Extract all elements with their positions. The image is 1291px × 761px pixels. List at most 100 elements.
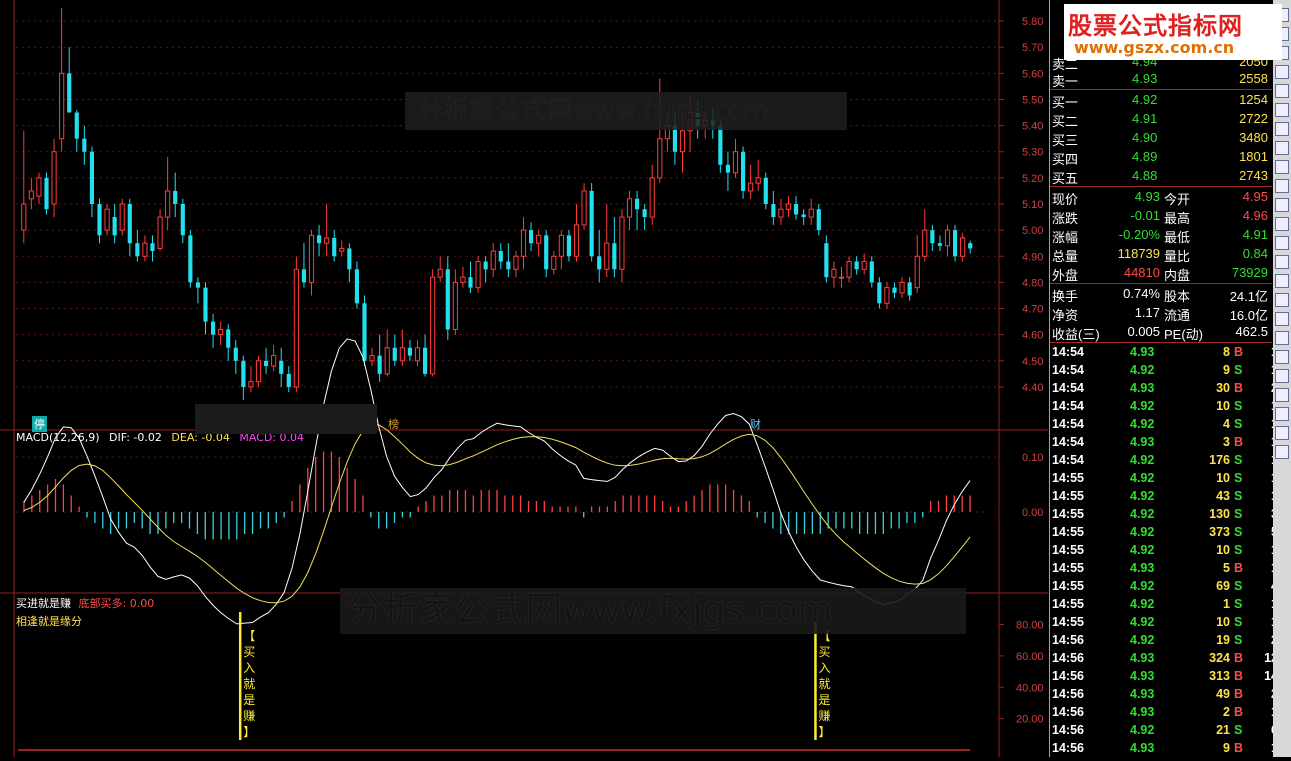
candle-body bbox=[808, 208, 814, 218]
tick-row[interactable]: 14:544.929S1 bbox=[1050, 362, 1278, 380]
tick-price: 4.93 bbox=[1130, 687, 1155, 701]
toolbar-icon[interactable] bbox=[1275, 198, 1289, 212]
tick-time: 14:56 bbox=[1052, 633, 1084, 647]
toolbar-icon[interactable] bbox=[1275, 312, 1289, 326]
toolbar-icon[interactable] bbox=[1275, 445, 1289, 459]
quote-label: 今开 bbox=[1164, 192, 1191, 207]
kline-chart-area[interactable]: 5.80 5.70 5.60 5.50 5.40 5.30 5.20 5.10 5.00 4.90… bbox=[0, 0, 1048, 757]
tick-price: 4.93 bbox=[1130, 651, 1155, 665]
marker-stop[interactable]: 停 bbox=[32, 416, 47, 432]
candle-body bbox=[551, 255, 557, 270]
candle-body bbox=[778, 208, 784, 218]
tick-row[interactable]: 14:564.932B1 bbox=[1050, 704, 1278, 722]
toolbar-icon[interactable] bbox=[1275, 122, 1289, 136]
toolbar-icon[interactable] bbox=[1275, 141, 1289, 155]
stat-value: 1.17 bbox=[1134, 305, 1160, 320]
candle-body bbox=[195, 282, 201, 288]
tick-row[interactable]: 14:56 4.93 313 B 14 bbox=[1050, 668, 1278, 686]
tick-time: 14:55 bbox=[1052, 507, 1084, 521]
tick-time: 14:54 bbox=[1052, 381, 1084, 395]
panel-divider bbox=[1050, 342, 1272, 343]
buy-volume: 1801 bbox=[1239, 149, 1268, 164]
tick-price: 4.93 bbox=[1130, 741, 1155, 755]
toolbar-icon[interactable] bbox=[1275, 84, 1289, 98]
toolbar-icon[interactable] bbox=[1275, 274, 1289, 288]
tick-row[interactable]: 14:564.9219S2 bbox=[1050, 632, 1278, 650]
price-label: 5.10 bbox=[1022, 199, 1043, 211]
toolbar-icon[interactable] bbox=[1275, 331, 1289, 345]
tick-side: S bbox=[1234, 399, 1243, 413]
tick-side: B bbox=[1234, 381, 1244, 395]
stat-value: 16.0亿 bbox=[1229, 308, 1268, 323]
quote-label: 内盘 bbox=[1164, 268, 1191, 283]
tick-side: S bbox=[1234, 471, 1243, 485]
tick-row[interactable]: 14:554.92130S3 bbox=[1050, 506, 1278, 524]
toolbar-icon[interactable] bbox=[1275, 217, 1289, 231]
candle-body bbox=[135, 243, 140, 257]
candle-body bbox=[445, 269, 450, 330]
tick-row[interactable]: 14:544.9210S1 bbox=[1050, 398, 1278, 416]
tick-row[interactable]: 14:544.924S1 bbox=[1050, 416, 1278, 434]
toolbar-icon[interactable] bbox=[1275, 236, 1289, 250]
candle-body bbox=[612, 243, 617, 270]
stat-label: 收益(三) bbox=[1052, 327, 1100, 342]
signal-axis-label: 40.00 bbox=[1016, 682, 1044, 694]
tick-row[interactable]: 14:564.9349B2 bbox=[1050, 686, 1278, 704]
signal-subtitle: 相逢就是缘分 bbox=[16, 615, 82, 628]
toolbar-icon[interactable] bbox=[1275, 350, 1289, 364]
candle-body bbox=[861, 260, 867, 270]
tick-row[interactable]: 14:554.9210S1 bbox=[1050, 470, 1278, 488]
marker-list[interactable]: 榜 bbox=[388, 416, 399, 432]
candle-body bbox=[407, 347, 413, 356]
toolbar-icon[interactable] bbox=[1275, 103, 1289, 117]
toolbar-icon[interactable] bbox=[1275, 160, 1289, 174]
candle-body bbox=[286, 373, 291, 387]
candle-body bbox=[226, 329, 231, 348]
tick-row[interactable]: 14:554.9269S4 bbox=[1050, 578, 1278, 596]
candle-body bbox=[649, 177, 655, 218]
tick-row[interactable]: 14:554.9210S1 bbox=[1050, 614, 1278, 632]
toolbar-icon[interactable] bbox=[1275, 388, 1289, 402]
toolbar-icon[interactable] bbox=[1275, 426, 1289, 440]
signal-text: 【 bbox=[243, 629, 255, 643]
tick-row[interactable]: 14:544.9330B2 bbox=[1050, 380, 1278, 398]
marker-finance[interactable]: 财 bbox=[750, 416, 761, 432]
candle-body bbox=[922, 229, 928, 257]
tick-volume: 10 bbox=[1216, 471, 1230, 485]
tick-row[interactable]: 14:554.921S1 bbox=[1050, 596, 1278, 614]
toolbar-icon[interactable] bbox=[1275, 65, 1289, 79]
tick-side: S bbox=[1234, 543, 1243, 557]
toolbar-icon[interactable] bbox=[1275, 255, 1289, 269]
tick-time: 14:55 bbox=[1052, 597, 1084, 611]
tick-row[interactable]: 14:554.9243S1 bbox=[1050, 488, 1278, 506]
tick-time: 14:55 bbox=[1052, 471, 1084, 485]
candle-body bbox=[634, 198, 640, 210]
toolbar-icon[interactable] bbox=[1275, 407, 1289, 421]
buy-row: 买五 4.88 2743 bbox=[1050, 167, 1272, 186]
panel-divider bbox=[1050, 89, 1272, 90]
candle-body bbox=[544, 235, 549, 270]
candle-body bbox=[362, 303, 367, 361]
tick-row[interactable]: 14:564.939B1 bbox=[1050, 740, 1278, 758]
tick-price: 4.92 bbox=[1130, 723, 1155, 737]
toolbar-icon[interactable] bbox=[1275, 293, 1289, 307]
toolbar-icon[interactable] bbox=[1275, 179, 1289, 193]
tick-row[interactable]: 14:56 4.93 324 B 12 bbox=[1050, 650, 1278, 668]
tick-side: S bbox=[1234, 723, 1243, 737]
buy-price: 4.90 bbox=[1132, 130, 1158, 145]
tick-row[interactable]: 14:544.92176S1 bbox=[1050, 452, 1278, 470]
toolbar-icon[interactable] bbox=[1275, 369, 1289, 383]
tick-price: 4.92 bbox=[1130, 579, 1155, 593]
tick-volume: 373 bbox=[1209, 525, 1230, 539]
tick-row[interactable]: 14:554.935B1 bbox=[1050, 560, 1278, 578]
tick-price: 4.92 bbox=[1130, 633, 1155, 647]
tick-side: B bbox=[1234, 435, 1244, 449]
tick-row[interactable]: 14:564.9221S6 bbox=[1050, 722, 1278, 740]
tick-row[interactable]: 14:554.9210S1 bbox=[1050, 542, 1278, 560]
candle-body bbox=[604, 242, 610, 270]
signal-text: 赚 bbox=[818, 708, 830, 723]
tick-row[interactable]: 14:544.933B1 bbox=[1050, 434, 1278, 452]
tick-row[interactable]: 14:544.938B1 bbox=[1050, 344, 1278, 362]
tick-row[interactable]: 14:554.92373S5 bbox=[1050, 524, 1278, 542]
tick-volume: 9 bbox=[1223, 363, 1230, 377]
